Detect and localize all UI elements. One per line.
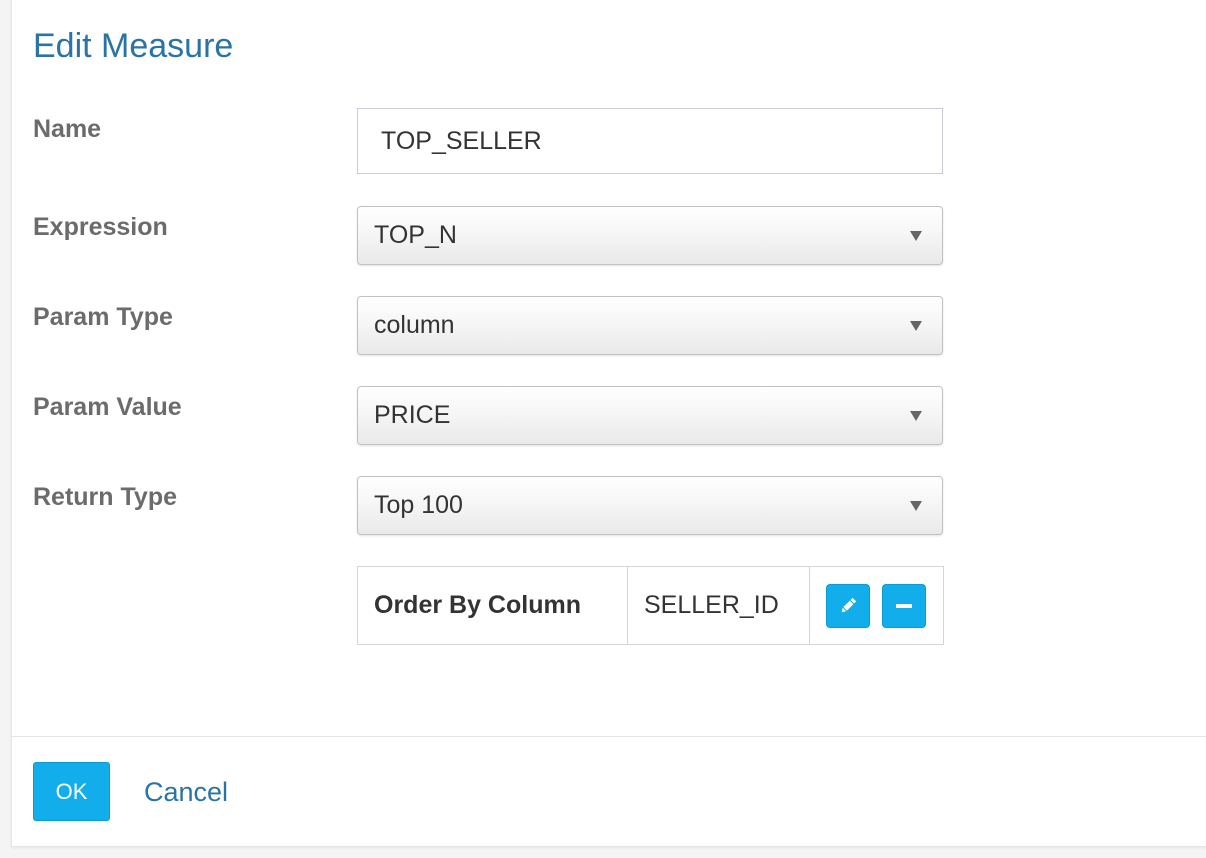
order-by-actions — [809, 566, 944, 645]
edit-measure-dialog: Edit Measure Name Expression TOP_N Param… — [11, 0, 1206, 847]
param-value-selected-value: PRICE — [374, 401, 451, 429]
order-by-table: Order By Column SELLER_ID — [357, 566, 944, 645]
expression-select[interactable]: TOP_N — [357, 206, 943, 265]
caret-down-icon — [910, 411, 922, 421]
footer-divider — [12, 736, 1206, 737]
return-type-select[interactable]: Top 100 — [357, 476, 943, 535]
param-value-label: Param Value — [33, 393, 182, 421]
caret-down-icon — [910, 321, 922, 331]
edit-order-by-button[interactable] — [826, 583, 870, 628]
pencil-icon — [841, 597, 857, 612]
expression-label: Expression — [33, 213, 168, 241]
param-value-select[interactable]: PRICE — [357, 386, 943, 445]
ok-button[interactable]: OK — [33, 762, 110, 821]
minus-icon — [895, 603, 912, 608]
table-row: Order By Column SELLER_ID — [357, 566, 944, 645]
dialog-title: Edit Measure — [33, 27, 234, 65]
caret-down-icon — [910, 231, 922, 241]
cancel-link[interactable]: Cancel — [144, 776, 228, 808]
name-label: Name — [33, 115, 102, 143]
order-by-column-header: Order By Column — [357, 566, 628, 645]
expression-selected-value: TOP_N — [374, 221, 457, 249]
return-type-label: Return Type — [33, 483, 177, 511]
remove-order-by-button[interactable] — [881, 583, 926, 628]
order-by-column-value: SELLER_ID — [627, 566, 810, 645]
param-type-select[interactable]: column — [357, 296, 943, 355]
return-type-selected-value: Top 100 — [374, 491, 463, 519]
caret-down-icon — [910, 501, 922, 511]
param-type-selected-value: column — [374, 311, 455, 339]
name-input[interactable] — [357, 108, 943, 174]
param-type-label: Param Type — [33, 303, 173, 331]
